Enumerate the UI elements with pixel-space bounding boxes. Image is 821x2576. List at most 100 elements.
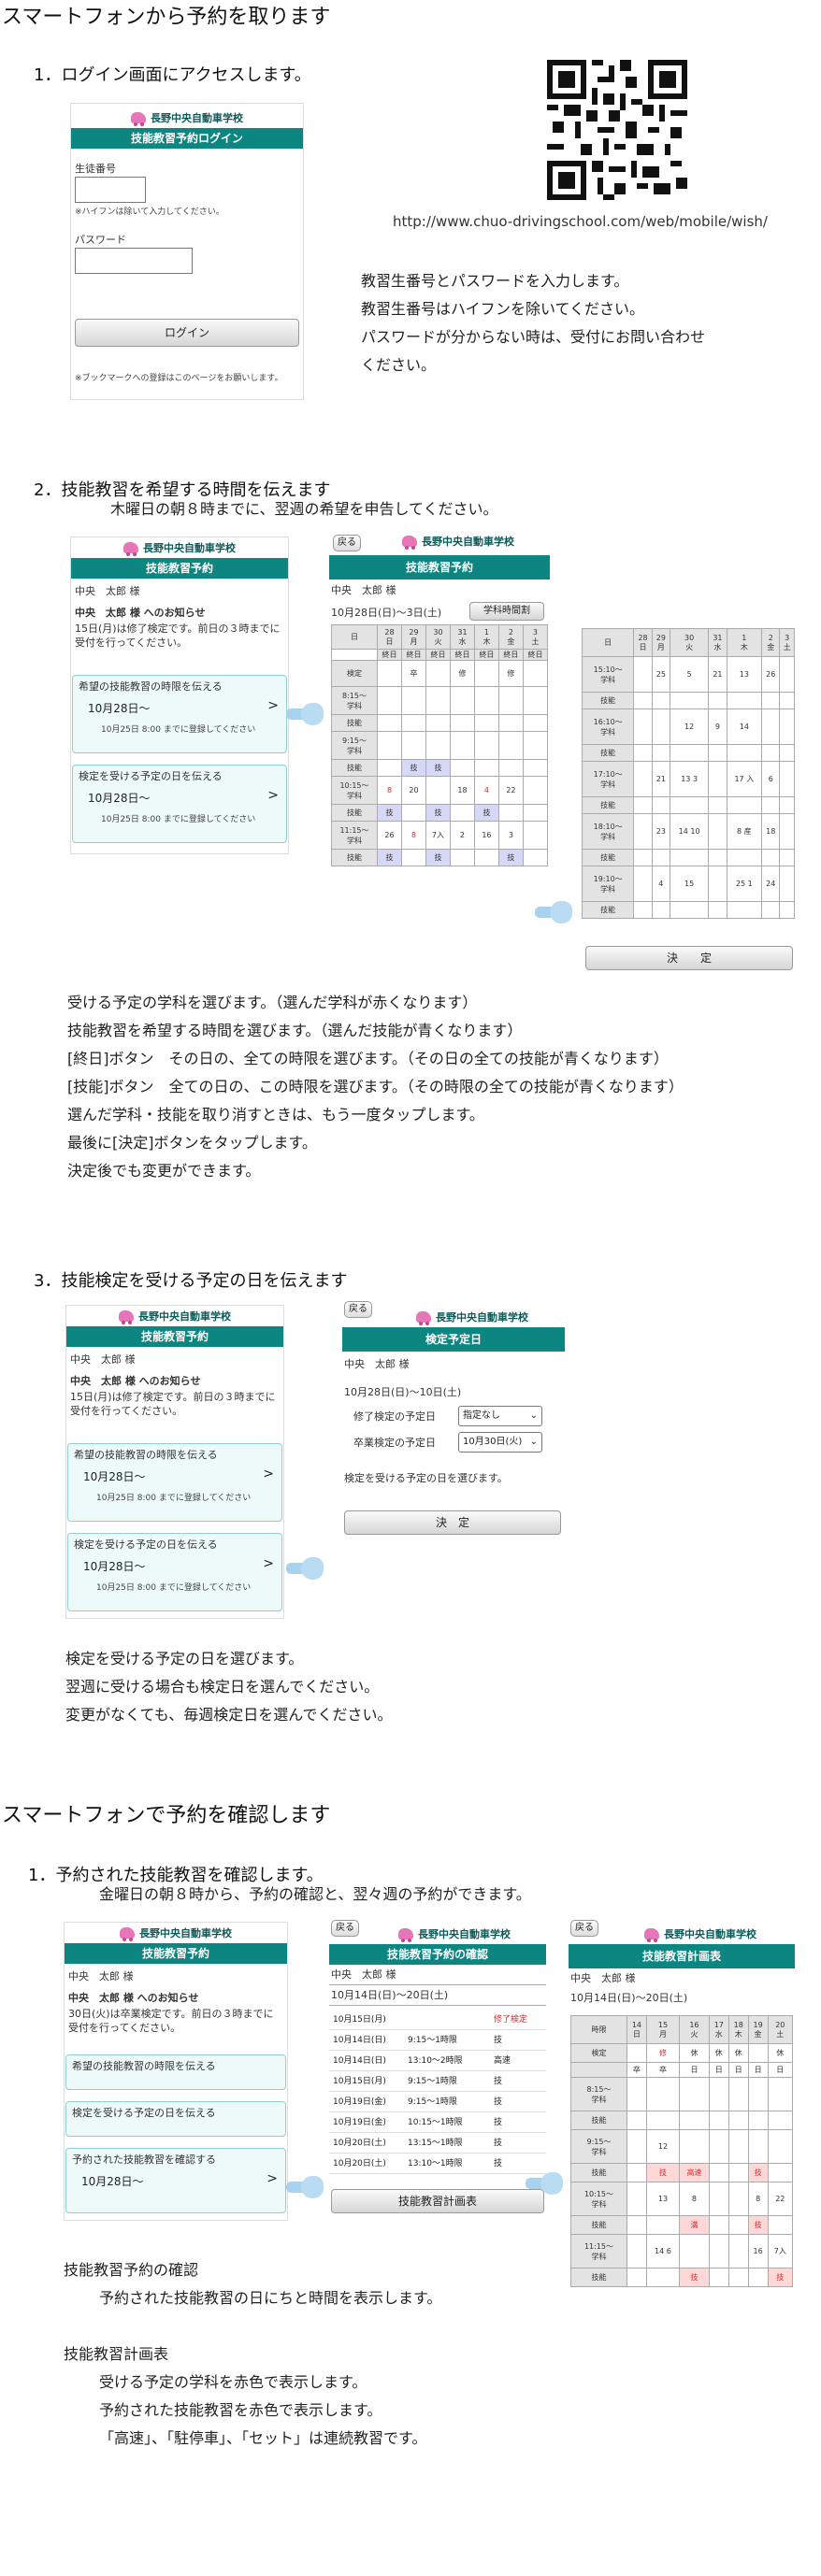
subject-cell[interactable]: [401, 731, 426, 760]
skill-row-button[interactable]: 技能: [330, 804, 379, 822]
subject-cell[interactable]: 2: [449, 821, 475, 850]
skill-cell[interactable]: [449, 849, 475, 866]
subject-cell[interactable]: 26: [377, 821, 402, 850]
period-table-button[interactable]: 学科時間割: [469, 602, 544, 621]
subject-cell[interactable]: [473, 731, 499, 760]
subject-cell[interactable]: 25: [651, 656, 670, 693]
subject-cell[interactable]: 15: [669, 866, 710, 902]
skill-cell[interactable]: [633, 692, 653, 709]
all-day-button[interactable]: 終日: [473, 649, 499, 661]
skill-cell[interactable]: [669, 692, 710, 709]
skill-cell[interactable]: [401, 849, 426, 866]
subject-cell[interactable]: 6: [761, 761, 781, 797]
subject-cell[interactable]: 14 10: [669, 813, 710, 850]
exam-date-card[interactable]: 検定を受ける予定の日を伝える: [65, 2101, 286, 2137]
subject-cell[interactable]: [522, 821, 549, 850]
skill-cell[interactable]: [651, 849, 670, 866]
skill-cell[interactable]: [425, 714, 451, 732]
skill-cell[interactable]: [726, 796, 763, 814]
subject-cell[interactable]: 3: [497, 821, 524, 850]
subject-cell[interactable]: [522, 686, 549, 715]
skill-row-button[interactable]: 技能: [581, 796, 635, 814]
subject-cell[interactable]: 13 3: [669, 761, 710, 797]
skill-cell[interactable]: [449, 759, 475, 777]
all-day-button[interactable]: 終日: [377, 649, 402, 661]
subject-cell[interactable]: 7入: [425, 821, 451, 850]
skill-cell[interactable]: [633, 849, 653, 866]
skill-cell[interactable]: [522, 849, 549, 866]
skill-cell[interactable]: [708, 692, 727, 709]
grad-exam-select[interactable]: 10月30日(火) ⌄: [458, 1432, 542, 1453]
skill-cell[interactable]: [761, 692, 781, 709]
subject-cell[interactable]: [708, 866, 727, 902]
subject-cell[interactable]: [473, 686, 499, 715]
plan-table-button[interactable]: 技能教習計画表: [331, 2189, 544, 2213]
skill-cell[interactable]: [522, 714, 549, 732]
skill-cell[interactable]: 技: [377, 804, 402, 822]
skill-row-button[interactable]: 技能: [581, 901, 635, 919]
subject-cell[interactable]: [401, 686, 426, 715]
wish-time-card[interactable]: 希望の技能教習の時限を伝える 10月28日～ > 10月25日 8:00 までに…: [72, 675, 287, 753]
skill-cell[interactable]: [708, 796, 727, 814]
exam-date-card[interactable]: 検定を受ける予定の日を伝える 10月28日～ > 10月25日 8:00 までに…: [67, 1533, 282, 1611]
subject-cell[interactable]: [779, 866, 795, 902]
back-button[interactable]: 戻る: [333, 535, 361, 551]
subject-cell[interactable]: [761, 708, 781, 745]
subject-cell[interactable]: [633, 813, 653, 850]
subject-cell[interactable]: [377, 731, 402, 760]
subject-cell[interactable]: 13: [726, 656, 763, 693]
skill-cell[interactable]: [726, 692, 763, 709]
skill-cell[interactable]: [779, 796, 795, 814]
subject-cell[interactable]: [497, 731, 524, 760]
subject-cell[interactable]: [377, 686, 402, 715]
skill-cell[interactable]: 技: [377, 849, 402, 866]
all-day-button[interactable]: 終日: [425, 649, 451, 661]
skill-cell[interactable]: 技: [425, 849, 451, 866]
skill-cell[interactable]: [473, 759, 499, 777]
subject-cell[interactable]: 22: [497, 776, 524, 805]
confirm-button[interactable]: 決 定: [344, 1510, 561, 1535]
skill-cell[interactable]: [708, 849, 727, 866]
skill-cell[interactable]: [522, 759, 549, 777]
subject-cell[interactable]: [779, 761, 795, 797]
subject-cell[interactable]: 25 1: [726, 866, 763, 902]
subject-cell[interactable]: [779, 656, 795, 693]
skill-cell[interactable]: [651, 901, 670, 919]
skill-cell[interactable]: [779, 849, 795, 866]
subject-cell[interactable]: 18: [761, 813, 781, 850]
subject-cell[interactable]: 20: [401, 776, 426, 805]
subject-cell[interactable]: [425, 686, 451, 715]
skill-cell[interactable]: [779, 901, 795, 919]
skill-row-button[interactable]: 技能: [581, 849, 635, 866]
skill-cell[interactable]: [726, 849, 763, 866]
subject-cell[interactable]: 14: [726, 708, 763, 745]
subject-cell[interactable]: [651, 708, 670, 745]
subject-cell[interactable]: 21: [651, 761, 670, 797]
subject-cell[interactable]: 26: [761, 656, 781, 693]
skill-cell[interactable]: [761, 849, 781, 866]
wish-time-card[interactable]: 希望の技能教習の時限を伝える: [65, 2054, 286, 2090]
skill-cell[interactable]: [708, 901, 727, 919]
reserved-lessons-card[interactable]: 予約された技能教習を確認する 10月28日～ >: [65, 2148, 286, 2213]
subject-cell[interactable]: 5: [669, 656, 710, 693]
skill-cell[interactable]: [651, 796, 670, 814]
skill-cell[interactable]: [522, 804, 549, 822]
skill-cell[interactable]: [669, 744, 710, 762]
subject-cell[interactable]: 8: [377, 776, 402, 805]
skill-cell[interactable]: [708, 744, 727, 762]
subject-cell[interactable]: [779, 708, 795, 745]
subject-cell[interactable]: [522, 731, 549, 760]
final-exam-select[interactable]: 指定なし ⌄: [458, 1406, 542, 1426]
subject-cell[interactable]: 4: [651, 866, 670, 902]
skill-cell[interactable]: [449, 804, 475, 822]
skill-cell[interactable]: [497, 759, 524, 777]
subject-cell[interactable]: [633, 866, 653, 902]
skill-cell[interactable]: 技: [425, 759, 451, 777]
wish-time-card[interactable]: 希望の技能教習の時限を伝える 10月28日～ > 10月25日 8:00 までに…: [67, 1443, 282, 1522]
skill-cell[interactable]: [779, 692, 795, 709]
skill-cell[interactable]: [669, 849, 710, 866]
skill-cell[interactable]: [633, 796, 653, 814]
skill-cell[interactable]: 技: [497, 849, 524, 866]
back-button[interactable]: 戻る: [344, 1301, 372, 1318]
subject-cell[interactable]: [449, 731, 475, 760]
